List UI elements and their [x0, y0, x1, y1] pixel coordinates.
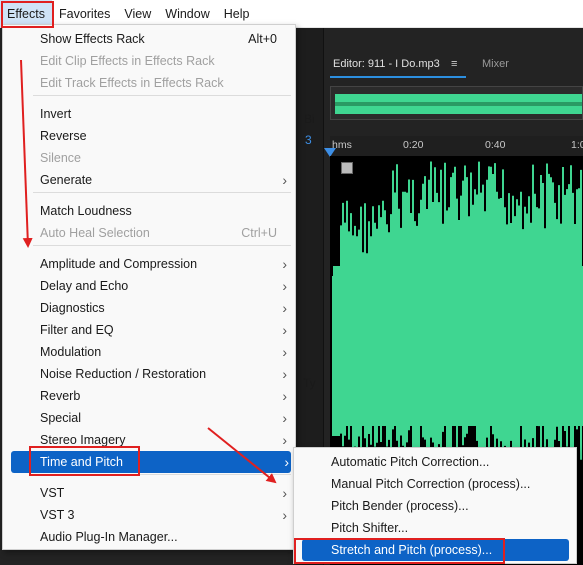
menu-separator	[33, 95, 291, 96]
menu-item-label: Edit Track Effects in Effects Rack	[40, 76, 224, 90]
menu-item-label: Audio Plug-In Manager...	[40, 530, 178, 544]
panel-label-ty: Ty	[303, 376, 316, 390]
ruler-tick: 1:0	[571, 139, 583, 151]
chevron-right-icon: ›	[282, 344, 287, 360]
submenu-item-pitch-shifter[interactable]: Pitch Shifter...	[294, 517, 576, 539]
chevron-right-icon: ›	[282, 256, 287, 272]
chevron-right-icon: ›	[282, 172, 287, 188]
chevron-right-icon: ›	[282, 432, 287, 448]
panel-label-3: 3	[305, 133, 312, 147]
submenu-item-manual-pitch-correction-process[interactable]: Manual Pitch Correction (process)...	[294, 473, 576, 495]
menu-item-reverb[interactable]: Reverb ›	[3, 385, 297, 407]
menu-item-filter-and-eq[interactable]: Filter and EQ ›	[3, 319, 297, 341]
menu-item-delay-and-echo[interactable]: Delay and Echo ›	[3, 275, 297, 297]
mixer-tab[interactable]: Mixer	[482, 58, 509, 70]
menu-item-silence: Silence	[3, 147, 297, 169]
chevron-right-icon: ›	[282, 322, 287, 338]
submenu-item-label: Pitch Shifter...	[331, 521, 409, 535]
chevron-right-icon: ›	[282, 507, 287, 523]
menu-item-audio-plug-in-manager[interactable]: Audio Plug-In Manager...	[3, 526, 297, 548]
overview-waveform	[335, 94, 582, 114]
waveform-overview[interactable]	[330, 86, 583, 120]
timeline-ruler[interactable]: hms 0:20 0:40 1:0	[330, 136, 583, 156]
menu-item-edit-track-effects-in-effects-rack: Edit Track Effects in Effects Rack	[3, 72, 297, 94]
chevron-right-icon: ›	[282, 410, 287, 426]
menu-separator	[33, 192, 291, 193]
menu-item-label: Delay and Echo	[40, 279, 129, 293]
menu-item-shortcut: Ctrl+U	[241, 226, 277, 240]
selection-handle-icon[interactable]	[341, 162, 353, 174]
menu-item-diagnostics[interactable]: Diagnostics ›	[3, 297, 297, 319]
menu-item-label: Generate	[40, 173, 93, 187]
ruler-tick: 0:40	[485, 139, 506, 151]
menu-item-invert[interactable]: Invert	[3, 103, 297, 125]
menu-item-label: Stereo Imagery	[40, 433, 126, 447]
menu-separator	[33, 245, 291, 246]
chevron-right-icon: ›	[282, 278, 287, 294]
menu-item-label: Auto Heal Selection	[40, 226, 150, 240]
menu-item-generate[interactable]: Generate ›	[3, 169, 297, 191]
submenu-item-automatic-pitch-correction[interactable]: Automatic Pitch Correction...	[294, 451, 576, 473]
annotation-box-effects	[1, 1, 54, 28]
menu-item-edit-clip-effects-in-effects-rack: Edit Clip Effects in Effects Rack	[3, 50, 297, 72]
editor-tab[interactable]: Editor: 911 - I Do.mp3	[333, 58, 440, 70]
menu-item-label: Silence	[40, 151, 81, 165]
menu-item-shortcut: Alt+0	[248, 32, 277, 46]
submenu-item-pitch-bender-process[interactable]: Pitch Bender (process)...	[294, 495, 576, 517]
menu-item-label: Reverb	[40, 389, 81, 403]
menu-item-special[interactable]: Special ›	[3, 407, 297, 429]
menu-item-label: Amplitude and Compression	[40, 257, 198, 271]
chevron-right-icon: ›	[284, 454, 289, 470]
menu-item-label: VST 3	[40, 508, 75, 522]
chevron-right-icon: ›	[282, 485, 287, 501]
menu-item-modulation[interactable]: Modulation ›	[3, 341, 297, 363]
menu-item-label: Special	[40, 411, 81, 425]
menu-item-label: Match Loudness	[40, 204, 132, 218]
chevron-right-icon: ›	[282, 300, 287, 316]
submenu-item-label: Automatic Pitch Correction...	[331, 455, 490, 469]
menu-item-vst[interactable]: VST ›	[3, 482, 297, 504]
menu-item-label: Modulation	[40, 345, 102, 359]
menu-item-label: Noise Reduction / Restoration	[40, 367, 207, 381]
menu-item-label: Diagnostics	[40, 301, 105, 315]
menu-item-vst-3[interactable]: VST 3 ›	[3, 504, 297, 526]
ruler-tick: 0:20	[403, 139, 424, 151]
menu-item-label: Filter and EQ	[40, 323, 114, 337]
menu-item-label: Invert	[40, 107, 72, 121]
menu-item-match-loudness[interactable]: Match Loudness	[3, 200, 297, 222]
menu-item-amplitude-and-compression[interactable]: Amplitude and Compression ›	[3, 253, 297, 275]
submenu-item-label: Manual Pitch Correction (process)...	[331, 477, 531, 491]
panel-menu-icon[interactable]: ≡	[451, 58, 457, 70]
menu-item-label: Reverse	[40, 129, 87, 143]
menu-item-show-effects-rack[interactable]: Show Effects Rack Alt+0	[3, 28, 297, 50]
menu-item-label: Show Effects Rack	[40, 32, 145, 46]
annotation-box-stretch-and-pitch	[294, 538, 505, 564]
menu-item-label: Edit Clip Effects in Effects Rack	[40, 54, 215, 68]
chevron-right-icon: ›	[282, 366, 287, 382]
menu-item-auto-heal-selection: Auto Heal Selection Ctrl+U	[3, 222, 297, 244]
active-tab-indicator	[330, 76, 466, 78]
menu-item-reverse[interactable]: Reverse	[3, 125, 297, 147]
annotation-box-time-and-pitch	[29, 446, 140, 476]
submenu-item-label: Pitch Bender (process)...	[331, 499, 469, 513]
chevron-right-icon: ›	[282, 388, 287, 404]
panel-label-bi: Bi	[304, 112, 315, 126]
menu-item-noise-reduction-restoration[interactable]: Noise Reduction / Restoration ›	[3, 363, 297, 385]
menu-item-label: VST	[40, 486, 65, 500]
